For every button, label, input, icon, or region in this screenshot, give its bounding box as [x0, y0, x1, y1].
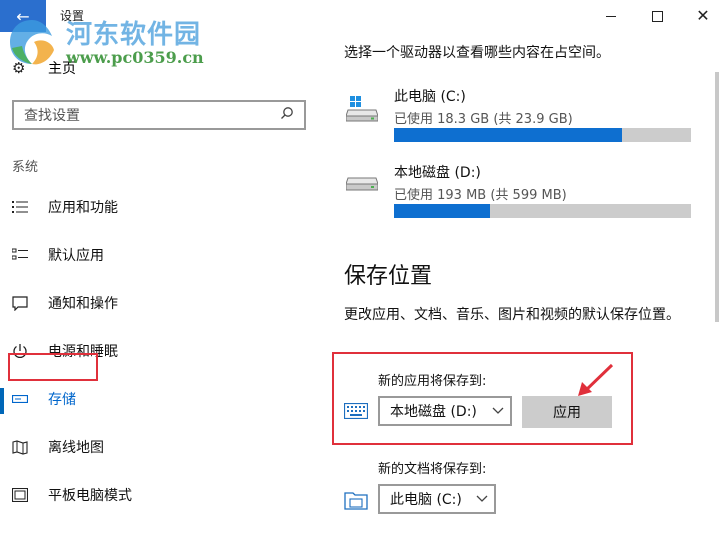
drive-usage-fill [394, 128, 622, 142]
sidebar-item-apps[interactable]: 应用和功能 [12, 192, 312, 222]
section-label: 系统 [12, 160, 39, 175]
sidebar-item-label: 离线地图 [48, 440, 104, 456]
apply-button[interactable]: 应用 [522, 396, 612, 428]
sidebar-item-label: 平板电脑模式 [48, 488, 132, 504]
drive-usage-fill [394, 204, 490, 218]
sidebar-item-label: 通知和操作 [48, 296, 118, 312]
sidebar-item-storage[interactable]: 存储 [12, 384, 312, 414]
sidebar-item-tablet-mode[interactable]: 平板电脑模式 [12, 480, 312, 510]
apps-list-icon [12, 200, 36, 214]
highlight-box-storage [8, 353, 98, 381]
scrollbar-thumb[interactable] [715, 72, 719, 322]
documents-folder-icon [344, 490, 368, 514]
sidebar-item-notifications[interactable]: 通知和操作 [12, 288, 312, 318]
maximize-icon [651, 10, 663, 22]
search-input[interactable]: 查找设置 [12, 100, 306, 130]
drive-name: 此电脑 (C:) [394, 89, 466, 105]
keyboard-icon [343, 402, 369, 423]
map-icon [12, 439, 36, 455]
main-content: 选择一个驱动器以查看哪些内容在占空间。 此电脑 (C:) 已使用 18.3 GB… [320, 32, 724, 537]
search-placeholder: 查找设置 [24, 108, 80, 124]
drive-d[interactable]: 本地磁盘 (D:) 已使用 193 MB (共 599 MB) [344, 162, 694, 232]
minimize-button[interactable] [588, 0, 634, 32]
close-button[interactable]: ✕ [680, 0, 724, 32]
chevron-down-icon [486, 404, 510, 418]
watermark-logo-icon [10, 20, 54, 65]
apps-save-select[interactable]: 本地磁盘 (D:) [378, 396, 512, 426]
scrollbar[interactable] [712, 72, 722, 472]
drive-usage-bar [394, 204, 691, 218]
docs-save-value: 此电脑 (C:) [390, 492, 462, 508]
drive-name: 本地磁盘 (D:) [394, 165, 481, 181]
drive-usage: 已使用 18.3 GB (共 23.9 GB) [394, 112, 573, 127]
sidebar: ⚙ 主页 查找设置 系统 应用和功能 默认应用 通知和操作 电源和睡眠 存储 离… [0, 32, 320, 537]
save-locations-description: 更改应用、文档、音乐、图片和视频的默认保存位置。 [344, 307, 680, 323]
notification-icon [12, 295, 36, 311]
sidebar-item-label: 应用和功能 [48, 200, 118, 216]
chevron-down-icon [470, 492, 494, 506]
default-apps-icon [12, 248, 36, 262]
red-arrow-icon [578, 363, 614, 396]
drive-usage-bar [394, 128, 691, 142]
drive-usage: 已使用 193 MB (共 599 MB) [394, 188, 567, 203]
apps-save-value: 本地磁盘 (D:) [390, 404, 477, 420]
tablet-icon [12, 488, 36, 502]
save-locations-heading: 保存位置 [344, 264, 433, 289]
close-icon: ✕ [696, 6, 710, 25]
windows-drive-icon [345, 96, 379, 126]
search-icon [280, 106, 304, 124]
sidebar-item-label: 存储 [48, 392, 76, 408]
storage-icon [12, 395, 36, 403]
docs-save-select[interactable]: 此电脑 (C:) [378, 484, 496, 514]
watermark-text: 河东软件园 [66, 20, 202, 50]
active-indicator [0, 388, 4, 414]
watermark-url: www.pc0359.cn [66, 48, 204, 67]
sidebar-item-default-apps[interactable]: 默认应用 [12, 240, 312, 270]
intro-text: 选择一个驱动器以查看哪些内容在占空间。 [344, 45, 610, 61]
sidebar-item-label: 默认应用 [48, 248, 104, 264]
watermark: 河东软件园 www.pc0359.cn [4, 10, 244, 70]
sidebar-item-offline-maps[interactable]: 离线地图 [12, 432, 312, 462]
drive-icon [345, 176, 379, 196]
minimize-icon [606, 15, 616, 17]
docs-save-label: 新的文档将保存到: [378, 462, 487, 477]
drive-c[interactable]: 此电脑 (C:) 已使用 18.3 GB (共 23.9 GB) [344, 86, 694, 156]
apps-save-label: 新的应用将保存到: [378, 374, 487, 389]
maximize-button[interactable] [634, 0, 680, 32]
